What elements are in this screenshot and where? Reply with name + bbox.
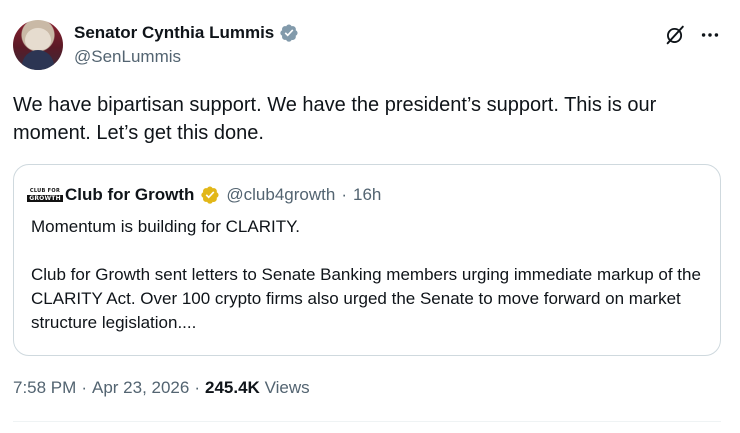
more-icon[interactable] xyxy=(699,24,721,46)
views-count: 245.4K xyxy=(205,378,260,397)
club-for-growth-logo[interactable]: CLUB FOR GROWTH xyxy=(27,181,63,209)
avatar[interactable] xyxy=(13,20,63,70)
footer-separator-1: · xyxy=(81,378,87,397)
author-display-name[interactable]: Senator Cynthia Lummis xyxy=(74,23,274,43)
quote-author-name[interactable]: Club for Growth xyxy=(65,185,194,205)
tweet-text: We have bipartisan support. We have the … xyxy=(13,94,657,144)
tweet-date[interactable]: Apr 23, 2026 xyxy=(92,378,189,398)
quote-handle[interactable]: @club4growth xyxy=(226,185,335,205)
verified-badge-icon[interactable] xyxy=(279,23,299,43)
gold-verified-badge-icon[interactable] xyxy=(200,185,220,205)
quote-header: CLUB FOR GROWTH Club for Growth @club4gr… xyxy=(27,181,381,209)
views-label: Views xyxy=(264,378,310,397)
divider xyxy=(13,421,721,422)
grok-icon[interactable] xyxy=(664,24,686,46)
logo-text-top: CLUB FOR xyxy=(29,188,61,194)
quote-tweet-card[interactable]: CLUB FOR GROWTH Club for Growth @club4gr… xyxy=(13,164,721,356)
author-name-row: Senator Cynthia Lummis xyxy=(74,21,299,45)
tweet-time[interactable]: 7:58 PM xyxy=(13,378,76,398)
quote-paragraph-1: Momentum is building for CLARITY. xyxy=(31,217,300,236)
author-handle[interactable]: @SenLummis xyxy=(74,47,181,67)
quote-separator: · xyxy=(341,185,347,204)
quote-paragraph-2: Club for Growth sent letters to Senate B… xyxy=(31,265,701,332)
footer-separator-2: · xyxy=(194,378,201,397)
logo-text-bottom: GROWTH xyxy=(27,195,63,202)
quote-time[interactable]: 16h xyxy=(353,185,381,205)
tweet-footer: 7:58 PM · Apr 23, 2026 · 245.4K Views xyxy=(13,377,310,399)
quote-body: Momentum is building for CLARITY. Club f… xyxy=(31,215,703,335)
